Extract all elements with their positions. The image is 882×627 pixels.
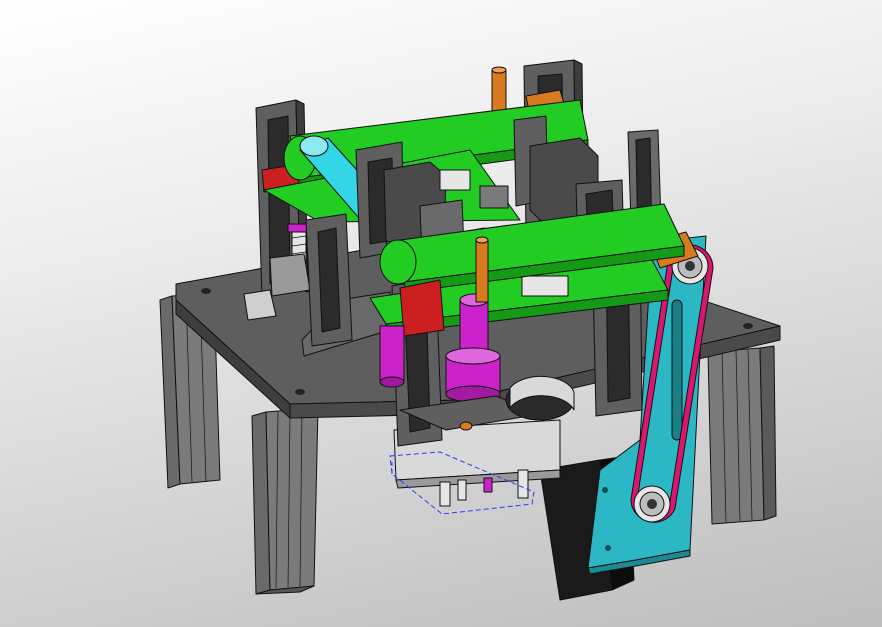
mount-hole	[201, 288, 211, 294]
orange-piston-rod-back	[491, 66, 507, 115]
lower-shaft	[439, 481, 451, 507]
mount-hole	[295, 389, 305, 395]
lower-magenta-fitting	[483, 477, 493, 493]
mount-hole	[743, 323, 753, 329]
lower-shaft	[517, 469, 529, 499]
leg-front-left	[251, 407, 319, 595]
leg-front-right	[707, 345, 777, 525]
white-bearing-housing	[505, 375, 575, 421]
label-plate	[521, 275, 569, 297]
cad-viewport[interactable]	[0, 0, 882, 627]
red-mount-bracket-front	[399, 279, 445, 337]
cad-model-render[interactable]	[0, 0, 882, 627]
lower-pulley	[633, 485, 671, 523]
orange-piston-rod-front	[475, 236, 489, 303]
cylinder-left	[379, 325, 405, 388]
belt-plate-slot	[671, 299, 683, 441]
lower-shaft	[457, 479, 467, 501]
orange-screw	[459, 421, 473, 431]
